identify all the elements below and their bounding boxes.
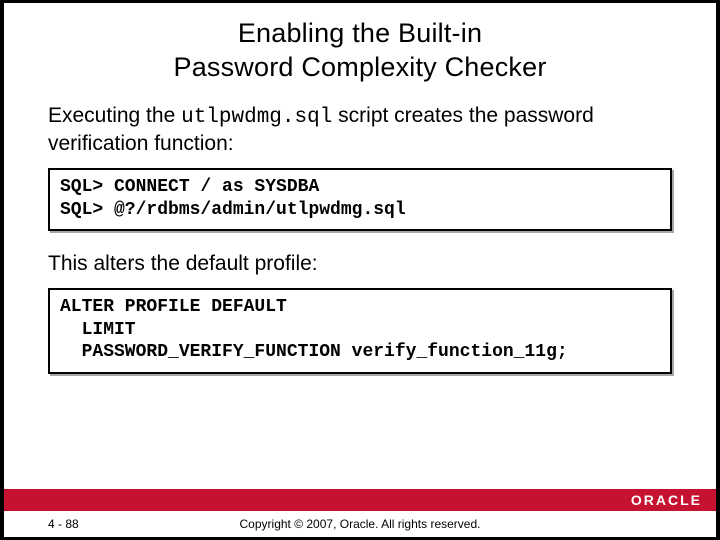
slide-content: Executing the utlpwdmg.sql script create… xyxy=(4,103,716,538)
intro-prefix: Executing the xyxy=(48,104,181,127)
code-line: ALTER PROFILE DEFAULT xyxy=(60,296,660,319)
mid-paragraph: This alters the default profile: xyxy=(48,251,672,278)
slide-title: Enabling the Built-in Password Complexit… xyxy=(4,3,716,103)
oracle-logo-text: ORACLE xyxy=(631,492,702,508)
oracle-logo: ORACLE xyxy=(631,490,702,510)
code-line: PASSWORD_VERIFY_FUNCTION verify_function… xyxy=(60,341,660,364)
title-line-2: Password Complexity Checker xyxy=(173,52,546,82)
intro-inline-code: utlpwdmg.sql xyxy=(181,106,332,129)
slide: Enabling the Built-in Password Complexit… xyxy=(4,3,716,537)
code-line: SQL> @?/rdbms/admin/utlpwdmg.sql xyxy=(60,199,660,222)
slide-footer: ORACLE 4 - 88 Copyright © 2007, Oracle. … xyxy=(4,491,716,537)
code-block-alter: ALTER PROFILE DEFAULT LIMIT PASSWORD_VER… xyxy=(48,288,672,374)
title-line-1: Enabling the Built-in xyxy=(238,18,482,48)
code-line: SQL> CONNECT / as SYSDBA xyxy=(60,176,660,199)
intro-paragraph: Executing the utlpwdmg.sql script create… xyxy=(48,103,672,159)
copyright-text: Copyright © 2007, Oracle. All rights res… xyxy=(4,517,716,531)
footer-bar xyxy=(4,489,716,511)
code-block-connect: SQL> CONNECT / as SYSDBASQL> @?/rdbms/ad… xyxy=(48,168,672,231)
code-line: LIMIT xyxy=(60,319,660,342)
